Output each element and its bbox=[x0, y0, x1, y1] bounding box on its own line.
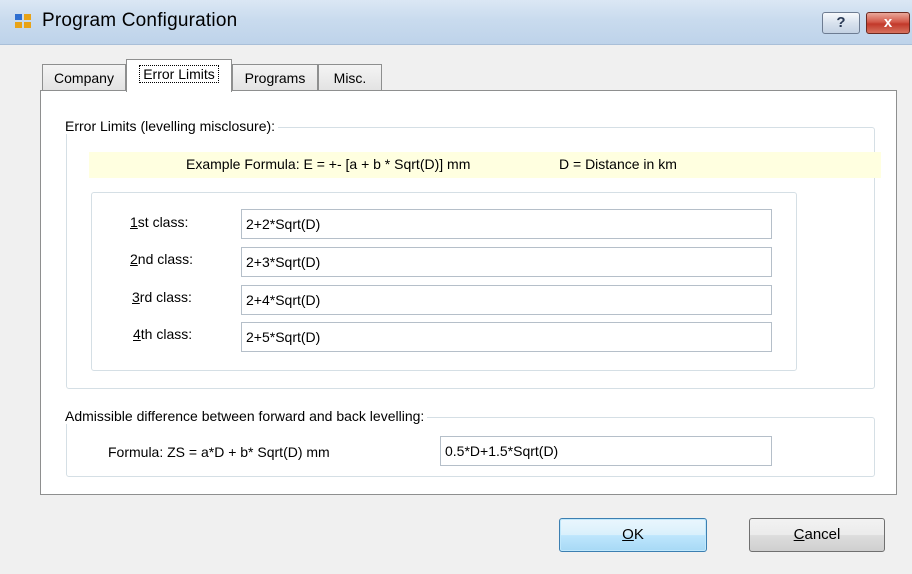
admissible-difference-group-label: Admissible difference between forward an… bbox=[62, 408, 428, 424]
distance-note: D = Distance in km bbox=[559, 156, 677, 172]
third-class-mnemonic: 3 bbox=[132, 289, 140, 305]
fourth-class-label: 4th class: bbox=[133, 326, 192, 342]
ok-label-text: K bbox=[633, 526, 644, 543]
tab-label: Misc. bbox=[333, 70, 367, 86]
tab-company[interactable]: Company bbox=[42, 64, 126, 90]
second-class-input[interactable] bbox=[241, 247, 772, 277]
window-title: Program Configuration bbox=[42, 10, 238, 31]
admissible-formula-label: Formula: ZS = a*D + b* Sqrt(D) mm bbox=[108, 444, 330, 460]
first-class-input[interactable] bbox=[241, 209, 772, 239]
tab-label: Error Limits bbox=[139, 65, 219, 83]
error-limits-group-label: Error Limits (levelling misclosure): bbox=[62, 118, 279, 134]
tab-label: Company bbox=[54, 70, 114, 86]
help-button[interactable]: ? bbox=[822, 12, 860, 34]
first-class-label-text: st class: bbox=[137, 214, 189, 230]
cancel-label-text: ancel bbox=[804, 526, 841, 543]
third-class-label: 3rd class: bbox=[132, 289, 192, 305]
first-class-label: 1st class: bbox=[130, 214, 188, 230]
tab-misc[interactable]: Misc. bbox=[318, 64, 382, 90]
example-formula-text: Example Formula: E = +- [a + b * Sqrt(D)… bbox=[186, 156, 471, 172]
third-class-input[interactable] bbox=[241, 285, 772, 315]
title-bar[interactable]: Program Configuration ? x bbox=[0, 0, 912, 45]
tab-label: Programs bbox=[244, 70, 306, 86]
tab-error-limits[interactable]: Error Limits bbox=[126, 59, 232, 92]
cancel-button[interactable]: Cancel bbox=[749, 518, 885, 552]
fourth-class-mnemonic: 4 bbox=[133, 326, 141, 342]
fourth-class-label-text: th class: bbox=[140, 326, 193, 342]
app-window-icon bbox=[15, 14, 31, 28]
ok-mnemonic: O bbox=[622, 526, 634, 543]
fourth-class-input[interactable] bbox=[241, 322, 772, 352]
close-button[interactable]: x bbox=[866, 12, 910, 34]
cancel-mnemonic: C bbox=[793, 526, 805, 543]
second-class-label-text: nd class: bbox=[137, 251, 194, 267]
first-class-mnemonic: 1 bbox=[130, 214, 138, 230]
program-configuration-dialog: Program Configuration ? x Company Error … bbox=[0, 0, 912, 574]
second-class-label: 2nd class: bbox=[130, 251, 193, 267]
third-class-label-text: rd class: bbox=[139, 289, 192, 305]
tab-programs[interactable]: Programs bbox=[232, 64, 318, 90]
second-class-mnemonic: 2 bbox=[130, 251, 138, 267]
admissible-formula-input[interactable] bbox=[440, 436, 772, 466]
ok-button[interactable]: OK bbox=[559, 518, 707, 552]
